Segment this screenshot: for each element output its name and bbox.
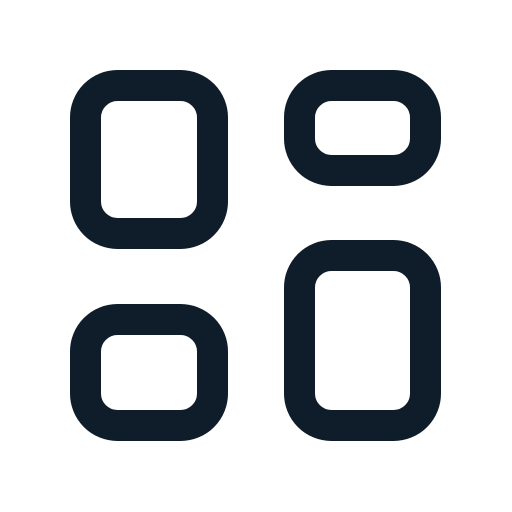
layout-grid-icon [70,70,441,441]
tile-bottom-left [70,304,228,441]
tile-bottom-right [284,240,441,441]
tile-top-right [284,70,441,186]
tile-top-left [70,70,228,249]
icon-canvas [0,0,512,512]
